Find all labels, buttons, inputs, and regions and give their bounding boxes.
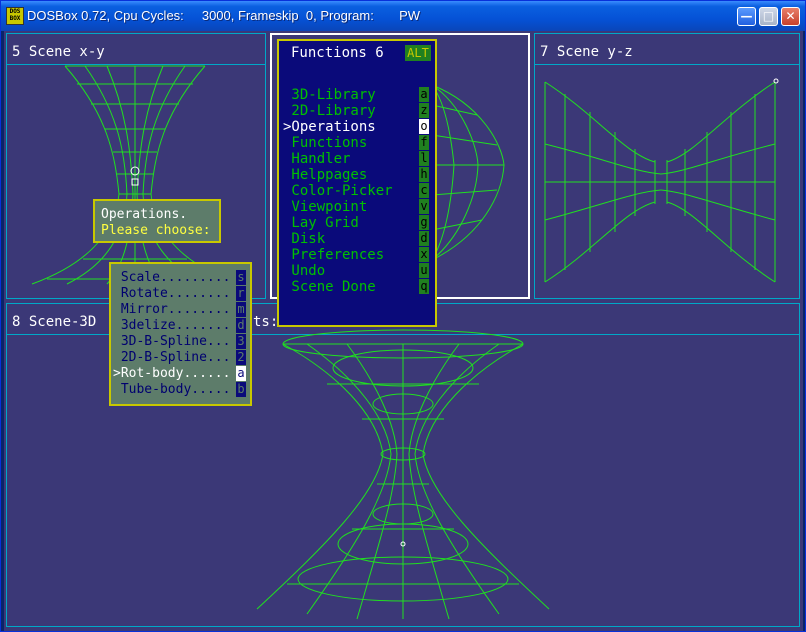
functions-menu-item[interactable]: Disk bbox=[283, 231, 325, 247]
operations-menu-hotkey: d bbox=[236, 318, 246, 333]
functions-menu-item[interactable]: Viewpoint bbox=[283, 199, 367, 215]
functions-menu-item[interactable]: 2D-Library bbox=[283, 103, 375, 119]
operations-menu-hotkey: a bbox=[236, 366, 246, 381]
operations-menu-item[interactable]: 3delize....... bbox=[113, 318, 231, 333]
window-title: DOSBox 0.72, Cpu Cycles: 3000, Frameskip… bbox=[27, 8, 421, 23]
dosbox-window: DOS BOX DOSBox 0.72, Cpu Cycles: 3000, F… bbox=[0, 0, 806, 632]
operations-menu-item[interactable]: 2D-B-Spline... bbox=[113, 350, 231, 365]
wireframe-xy bbox=[7, 34, 265, 298]
operations-prompt: Operations. Please choose: bbox=[93, 199, 221, 243]
functions-menu-hotkey: z bbox=[419, 103, 429, 118]
dosbox-app-icon[interactable]: DOS BOX bbox=[6, 7, 24, 25]
functions-menu-header: Functions 6 ALT bbox=[279, 41, 435, 63]
functions-menu-title: Functions 6 bbox=[291, 45, 384, 61]
operations-menu-hotkey: b bbox=[236, 382, 246, 397]
operations-menu-item[interactable]: 3D-B-Spline... bbox=[113, 334, 231, 349]
functions-menu-hotkey: u bbox=[419, 263, 429, 278]
operations-menu-item[interactable]: Mirror........ bbox=[113, 302, 231, 317]
minimize-icon: — bbox=[740, 9, 753, 23]
functions-menu-item[interactable]: Functions bbox=[283, 135, 367, 151]
functions-menu-item[interactable]: Handler bbox=[283, 151, 350, 167]
dos-screen[interactable]: 5 Scene x-y 7 Scene y-z 8 Scene-3D ts: F… bbox=[4, 31, 803, 631]
maximize-icon: □ bbox=[762, 9, 775, 23]
functions-menu-item[interactable]: Scene Done bbox=[283, 279, 375, 295]
functions-menu-hotkey: q bbox=[419, 279, 429, 294]
functions-menu-item[interactable]: Color-Picker bbox=[283, 183, 392, 199]
close-icon: ✕ bbox=[785, 9, 796, 23]
functions-menu-hotkey: a bbox=[419, 87, 429, 102]
operations-prompt-subtitle: Please choose: bbox=[101, 223, 211, 238]
alt-badge: ALT bbox=[405, 45, 431, 61]
functions-menu-hotkey: o bbox=[419, 119, 429, 134]
functions-menu-hotkey: h bbox=[419, 167, 429, 182]
functions-menu-item[interactable]: Helppages bbox=[283, 167, 367, 183]
functions-menu-hotkey: g bbox=[419, 215, 429, 230]
operations-menu[interactable]: Scale......... s Rotate........ r Mirror..… bbox=[109, 262, 252, 406]
functions-menu-hotkey: l bbox=[419, 151, 429, 166]
minimize-button[interactable]: — bbox=[737, 7, 756, 26]
functions-menu-hotkey: v bbox=[419, 199, 429, 214]
functions-menu[interactable]: Functions 6 ALT 3D-Library a 2D-Library z >… bbox=[277, 39, 437, 327]
functions-menu-item[interactable]: 3D-Library bbox=[283, 87, 375, 103]
operations-menu-item[interactable]: Rotate........ bbox=[113, 286, 231, 301]
operations-menu-item[interactable]: Scale......... bbox=[113, 270, 231, 285]
operations-menu-hotkey: s bbox=[236, 270, 246, 285]
functions-menu-hotkey: d bbox=[419, 231, 429, 246]
wireframe-yz bbox=[535, 78, 779, 298]
operations-menu-item[interactable]: Tube-body..... bbox=[113, 382, 231, 397]
operations-menu-hotkey: 3 bbox=[236, 334, 246, 349]
title-bar[interactable]: DOS BOX DOSBox 0.72, Cpu Cycles: 3000, F… bbox=[1, 1, 805, 31]
functions-menu-item[interactable]: >Operations bbox=[283, 119, 376, 135]
operations-menu-hotkey: r bbox=[236, 286, 246, 301]
panel-scene-yz[interactable]: 7 Scene y-z bbox=[534, 33, 800, 299]
close-button[interactable]: ✕ bbox=[781, 7, 800, 26]
functions-menu-hotkey: f bbox=[419, 135, 429, 150]
panel-scene-xy[interactable]: 5 Scene x-y bbox=[6, 33, 266, 299]
operations-menu-hotkey: 2 bbox=[236, 350, 246, 365]
operations-prompt-title: Operations. bbox=[101, 207, 188, 222]
functions-menu-item[interactable]: Undo bbox=[283, 263, 325, 279]
maximize-button[interactable]: □ bbox=[759, 7, 778, 26]
operations-menu-item[interactable]: >Rot-body...... bbox=[113, 366, 230, 381]
operations-menu-hotkey: m bbox=[236, 302, 246, 317]
functions-menu-hotkey: x bbox=[419, 247, 429, 262]
functions-menu-item[interactable]: Lay Grid bbox=[283, 215, 358, 231]
functions-menu-item[interactable]: Preferences bbox=[283, 247, 384, 263]
functions-menu-hotkey: c bbox=[419, 183, 429, 198]
